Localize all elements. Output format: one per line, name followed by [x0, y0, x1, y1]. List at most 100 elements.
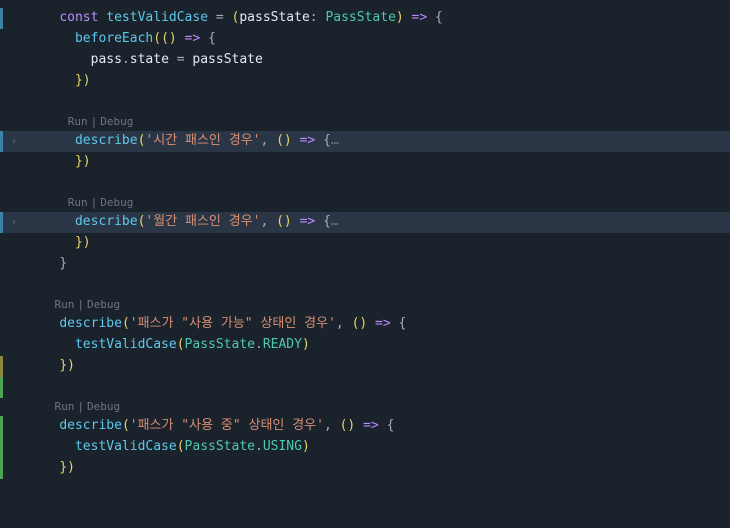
gutter-marker [0, 8, 3, 29]
brace-paren: }) [75, 154, 91, 169]
property: state [130, 52, 169, 67]
brace: { [435, 10, 443, 25]
string-literal: '패스가 "사용 중" 상태인 경우' [130, 418, 324, 433]
code-line: }) [0, 152, 730, 173]
code-content[interactable]: describe('시간 패스인 경우', () => {… [24, 131, 339, 152]
indent [28, 52, 91, 67]
code-content[interactable]: testValidCase(PassState.USING) [24, 437, 310, 458]
brace: } [59, 256, 67, 271]
code-content[interactable]: }) [24, 152, 91, 173]
codelens-run[interactable]: Run [68, 113, 88, 131]
code-content[interactable]: } [24, 254, 67, 275]
chevron-right-icon[interactable]: › [11, 215, 17, 231]
codelens: Run|Debug [0, 194, 730, 212]
codelens-separator: | [77, 296, 84, 314]
indent [28, 154, 75, 169]
codelens-debug[interactable]: Debug [100, 113, 133, 131]
function-call: describe [75, 133, 138, 148]
type: PassState [185, 337, 255, 352]
comma: , [260, 214, 276, 229]
code-content[interactable]: describe('패스가 "사용 가능" 상태인 경우', () => { [24, 314, 406, 335]
dot: . [122, 52, 130, 67]
parens: (() [153, 31, 176, 46]
arrow: => [367, 316, 398, 331]
indent [28, 31, 75, 46]
code-line: }) [0, 71, 730, 92]
gutter-marker [0, 131, 3, 152]
equals: = [208, 10, 231, 25]
type: PassState [325, 10, 395, 25]
code-content[interactable]: }) [24, 71, 91, 92]
function-call: beforeEach [75, 31, 153, 46]
paren-close: ) [396, 10, 404, 25]
indent [28, 460, 59, 475]
indent [28, 358, 59, 373]
function-call: testValidCase [75, 439, 177, 454]
paren: ( [122, 418, 130, 433]
enum-member: USING [263, 439, 302, 454]
dot: . [255, 439, 263, 454]
function-call: describe [59, 418, 122, 433]
paren: ( [177, 439, 185, 454]
indent [28, 10, 59, 25]
indent [28, 235, 75, 250]
assign: = [169, 52, 192, 67]
indent [28, 133, 75, 148]
code-content[interactable]: const testValidCase = (passState: PassSt… [24, 8, 443, 29]
codelens-run[interactable]: Run [55, 398, 75, 416]
paren: ( [122, 316, 130, 331]
dot: . [255, 337, 263, 352]
code-line: describe('패스가 "사용 중" 상태인 경우', () => { [0, 416, 730, 437]
brace-paren: }) [59, 460, 75, 475]
indent [28, 418, 59, 433]
gutter-marker [0, 212, 3, 233]
chevron-right-icon[interactable]: › [11, 134, 17, 150]
enum-member: READY [263, 337, 302, 352]
gutter-marker [0, 437, 3, 458]
arrow: => [355, 418, 386, 433]
gutter-marker [0, 377, 3, 398]
string-literal: '월간 패스인 경우' [145, 214, 260, 229]
brace: { [323, 133, 331, 148]
fold-indicator[interactable]: … [331, 133, 339, 148]
codelens-debug[interactable]: Debug [87, 398, 120, 416]
type: PassState [185, 439, 255, 454]
indent [28, 115, 68, 128]
code-content[interactable]: beforeEach(() => { [24, 29, 216, 50]
function-call: testValidCase [75, 337, 177, 352]
codelens-separator: | [91, 113, 98, 131]
indent [28, 196, 68, 209]
codelens-debug[interactable]: Debug [100, 194, 133, 212]
code-content[interactable]: pass.state = passState [24, 50, 263, 71]
code-content[interactable]: }) [24, 233, 91, 254]
gutter[interactable]: › [4, 134, 24, 150]
brace-paren: }) [75, 73, 91, 88]
gutter-marker [0, 416, 3, 437]
code-content[interactable]: testValidCase(PassState.READY) [24, 335, 310, 356]
codelens-debug[interactable]: Debug [87, 296, 120, 314]
indent [28, 316, 59, 331]
codelens: Run|Debug [0, 398, 730, 416]
code-line: describe('패스가 "사용 가능" 상태인 경우', () => { [0, 314, 730, 335]
brace: { [208, 31, 216, 46]
codelens-separator: | [91, 194, 98, 212]
codelens-run[interactable]: Run [68, 194, 88, 212]
codelens-run[interactable]: Run [55, 296, 75, 314]
code-line: } [0, 254, 730, 275]
variable: pass [91, 52, 122, 67]
code-line: pass.state = passState [0, 50, 730, 71]
code-line-empty [0, 275, 730, 296]
code-content[interactable]: }) [24, 356, 75, 377]
code-line: beforeEach(() => { [0, 29, 730, 50]
comma: , [324, 418, 340, 433]
code-content[interactable]: describe('패스가 "사용 중" 상태인 경우', () => { [24, 416, 394, 437]
code-line: }) [0, 458, 730, 479]
colon: : [310, 10, 326, 25]
function-name: testValidCase [106, 10, 208, 25]
code-content[interactable]: describe('월간 패스인 경우', () => {… [24, 212, 339, 233]
brace: { [399, 316, 407, 331]
code-content[interactable]: }) [24, 458, 75, 479]
gutter[interactable]: › [4, 215, 24, 231]
fold-indicator[interactable]: … [331, 214, 339, 229]
code-editor: const testValidCase = (passState: PassSt… [0, 0, 730, 479]
